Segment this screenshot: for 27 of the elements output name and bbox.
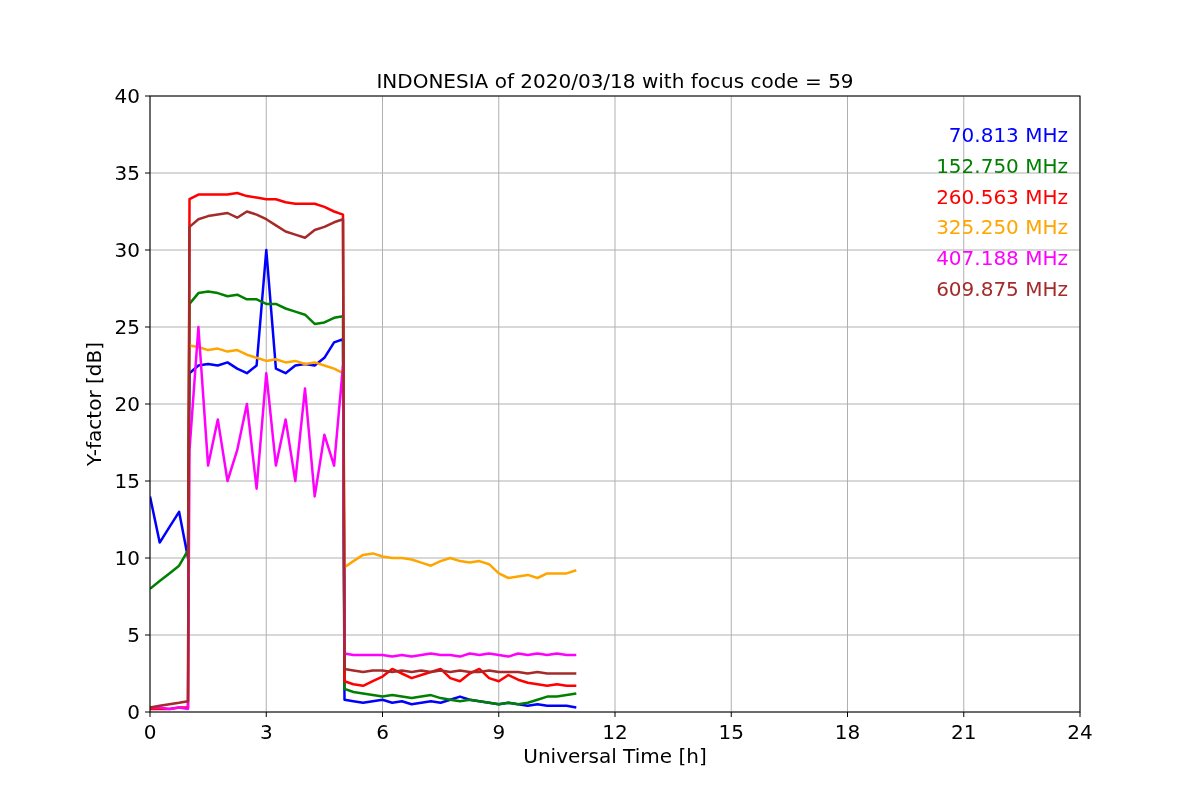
legend-label: 407.188 MHz — [936, 246, 1068, 271]
y-tick-label: 20 — [114, 392, 140, 416]
legend-label: 260.563 MHz — [936, 184, 1068, 209]
x-tick-label: 0 — [143, 720, 157, 744]
x-tick-label: 24 — [1067, 720, 1093, 744]
legend-label: 152.750 MHz — [936, 153, 1068, 178]
y-axis-label: Y-factor [dB] — [82, 342, 106, 466]
x-tick-label: 6 — [376, 720, 389, 744]
y-tick-label: 10 — [114, 546, 140, 570]
y-tick-label: 40 — [114, 84, 140, 108]
legend-label: 609.875 MHz — [936, 277, 1068, 301]
y-tick-label: 25 — [114, 315, 140, 339]
y-tick-label: 5 — [127, 623, 140, 647]
x-tick-label: 3 — [259, 720, 273, 744]
chart-title: INDONESIA of 2020/03/18 with focus code = 59 — [376, 69, 854, 93]
x-tick-label: 15 — [718, 720, 744, 744]
y-tick-label: 0 — [127, 700, 140, 724]
x-axis-label: Universal Time [h] — [523, 744, 707, 768]
x-tick-label: 21 — [951, 720, 977, 744]
y-tick-label: 35 — [114, 161, 140, 185]
x-tick-label: 18 — [834, 720, 861, 744]
legend-label: 325.250 MHz — [936, 215, 1068, 240]
y-tick-label: 15 — [114, 469, 140, 493]
legend-label: 70.813 MHz — [948, 123, 1068, 147]
x-tick-label: 9 — [492, 720, 506, 744]
y-tick-label: 30 — [114, 238, 140, 262]
x-tick-label: 12 — [602, 720, 628, 744]
